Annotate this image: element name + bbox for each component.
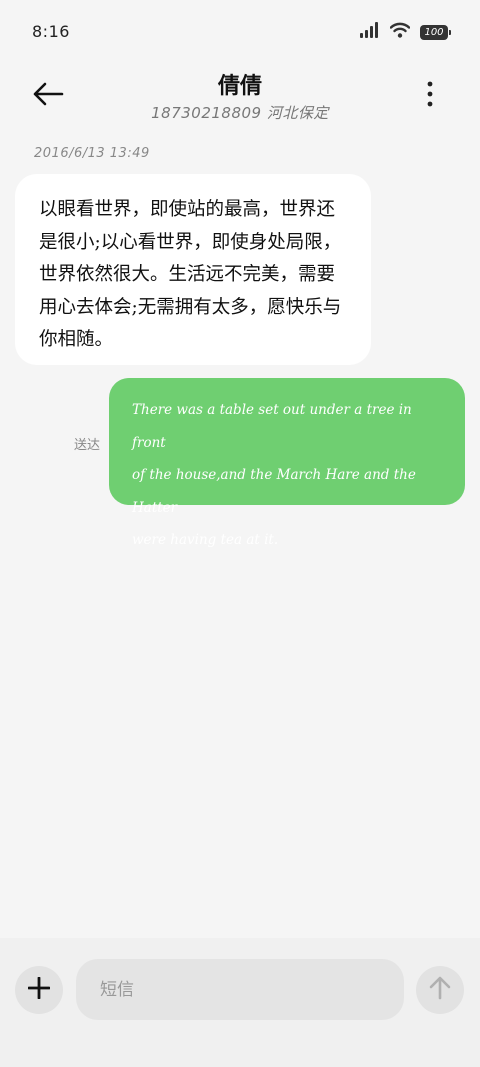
contact-name: 倩倩: [217, 74, 262, 99]
incoming-message-line: 是很小;以心看世界，即使身处局限，: [39, 231, 342, 253]
incoming-message-line: 用心去体会;无需拥有太多，愿快乐与: [39, 296, 342, 318]
battery-level: 100: [424, 26, 444, 38]
outgoing-message-line: There was a table set out under a tree i…: [132, 402, 412, 451]
status-icons: 100: [360, 22, 451, 42]
battery-icon: 100: [420, 24, 451, 40]
outgoing-message-bubble[interactable]: There was a table set out under a tree i…: [109, 378, 465, 548]
incoming-message-bubble[interactable]: 以眼看世界，即使站的最高，世界还 是很小;以心看世界，即使身处局限， 世界依然很…: [15, 174, 371, 365]
outgoing-message-line: were having tea at it.: [132, 532, 279, 548]
contact-phone-location: 18730218809 河北保定: [151, 104, 329, 122]
composer-bar: [0, 938, 480, 1067]
outgoing-message-line: of the house,and the March Hare and the …: [132, 467, 416, 516]
signal-icon: [360, 22, 380, 42]
status-bar: 8:16 100: [0, 0, 480, 60]
plus-icon: [27, 976, 51, 1003]
more-vertical-icon: [427, 81, 433, 111]
incoming-message-line: 以眼看世界，即使站的最高，世界还: [39, 199, 336, 220]
messaging-screen: 8:16 100 倩倩 18730218809 河北保定 2016/6/13 1…: [0, 0, 480, 1067]
message-timestamp: 2016/6/13 13:49: [34, 146, 150, 161]
incoming-message-line: 你相随。: [39, 329, 114, 350]
message-input[interactable]: [76, 959, 404, 1020]
send-button[interactable]: [416, 966, 464, 1014]
status-time: 8:16: [32, 22, 70, 41]
incoming-message-text: 以眼看世界，即使站的最高，世界还 是很小;以心看世界，即使身处局限， 世界依然很…: [39, 194, 347, 357]
arrow-up-icon: [429, 976, 451, 1004]
incoming-message-line: 世界依然很大。生活远不完美，需要: [39, 264, 336, 285]
more-options-button[interactable]: [410, 76, 450, 116]
delivery-status: 送达: [74, 438, 101, 453]
wifi-icon: [389, 22, 411, 42]
conversation-header: 倩倩 18730218809 河北保定: [0, 60, 480, 132]
outgoing-message-text: There was a table set out under a tree i…: [132, 394, 445, 557]
add-attachment-button[interactable]: [15, 966, 63, 1014]
